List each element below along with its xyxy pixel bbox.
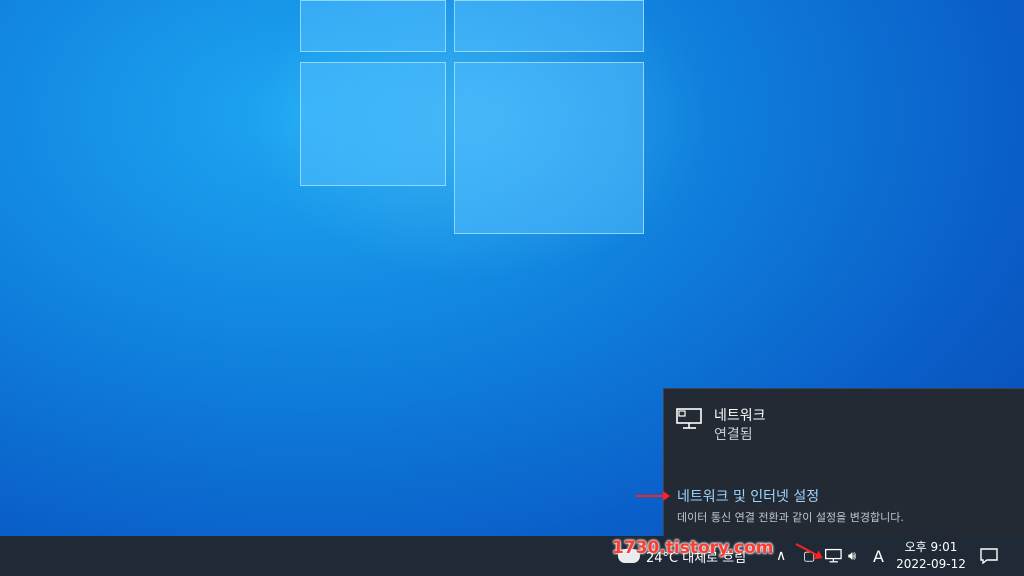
network-monitor-icon [676,407,704,445]
clock-time: 오후 9:01 [904,540,958,554]
speaker-icon: 🔊︎ [848,548,857,564]
action-center-button[interactable] [980,536,1004,576]
clock-date: 2022-09-12 [896,557,966,571]
red-arrow-annotation [636,491,670,501]
network-tray-button[interactable] [825,536,843,576]
logo-pane-top-left [300,0,446,52]
network-name: 네트워크 [714,408,766,424]
logo-pane-bottom-right [454,62,644,234]
network-monitor-icon [825,548,842,563]
show-hidden-icons-button[interactable]: ∧ [776,536,786,576]
notification-icon [980,548,998,564]
input-indicator-label: A [873,546,884,566]
network-settings-link[interactable]: 네트워크 및 인터넷 설정 [677,486,819,506]
chevron-up-icon: ∧ [776,548,787,564]
network-status: 연결됨 [714,427,753,443]
network-flyout: 네트워크 연결됨 네트워크 및 인터넷 설정 데이터 통신 연결 전환과 같이 … [664,389,1024,536]
meet-now-button[interactable]: ▢ [803,536,815,576]
logo-pane-top-right [454,0,644,52]
clock[interactable]: 오후 9:01 2022-09-12 [893,536,969,576]
network-settings-description: 데이터 통신 연결 전환과 같이 설정을 변경합니다. [677,511,904,524]
network-entry[interactable]: 네트워크 연결됨 [676,407,766,445]
taskbar: 24°C 대체로 흐림 ∧ ▢ 🔊︎ A 오후 9:01 2022-09-12 [0,536,1024,576]
windows-logo-wallpaper [298,0,646,236]
logo-pane-bottom-left [300,62,446,186]
input-indicator[interactable]: A [873,536,884,576]
volume-button[interactable]: 🔊︎ [848,536,856,576]
watermark-text: 1730.tistory.com [612,538,774,558]
